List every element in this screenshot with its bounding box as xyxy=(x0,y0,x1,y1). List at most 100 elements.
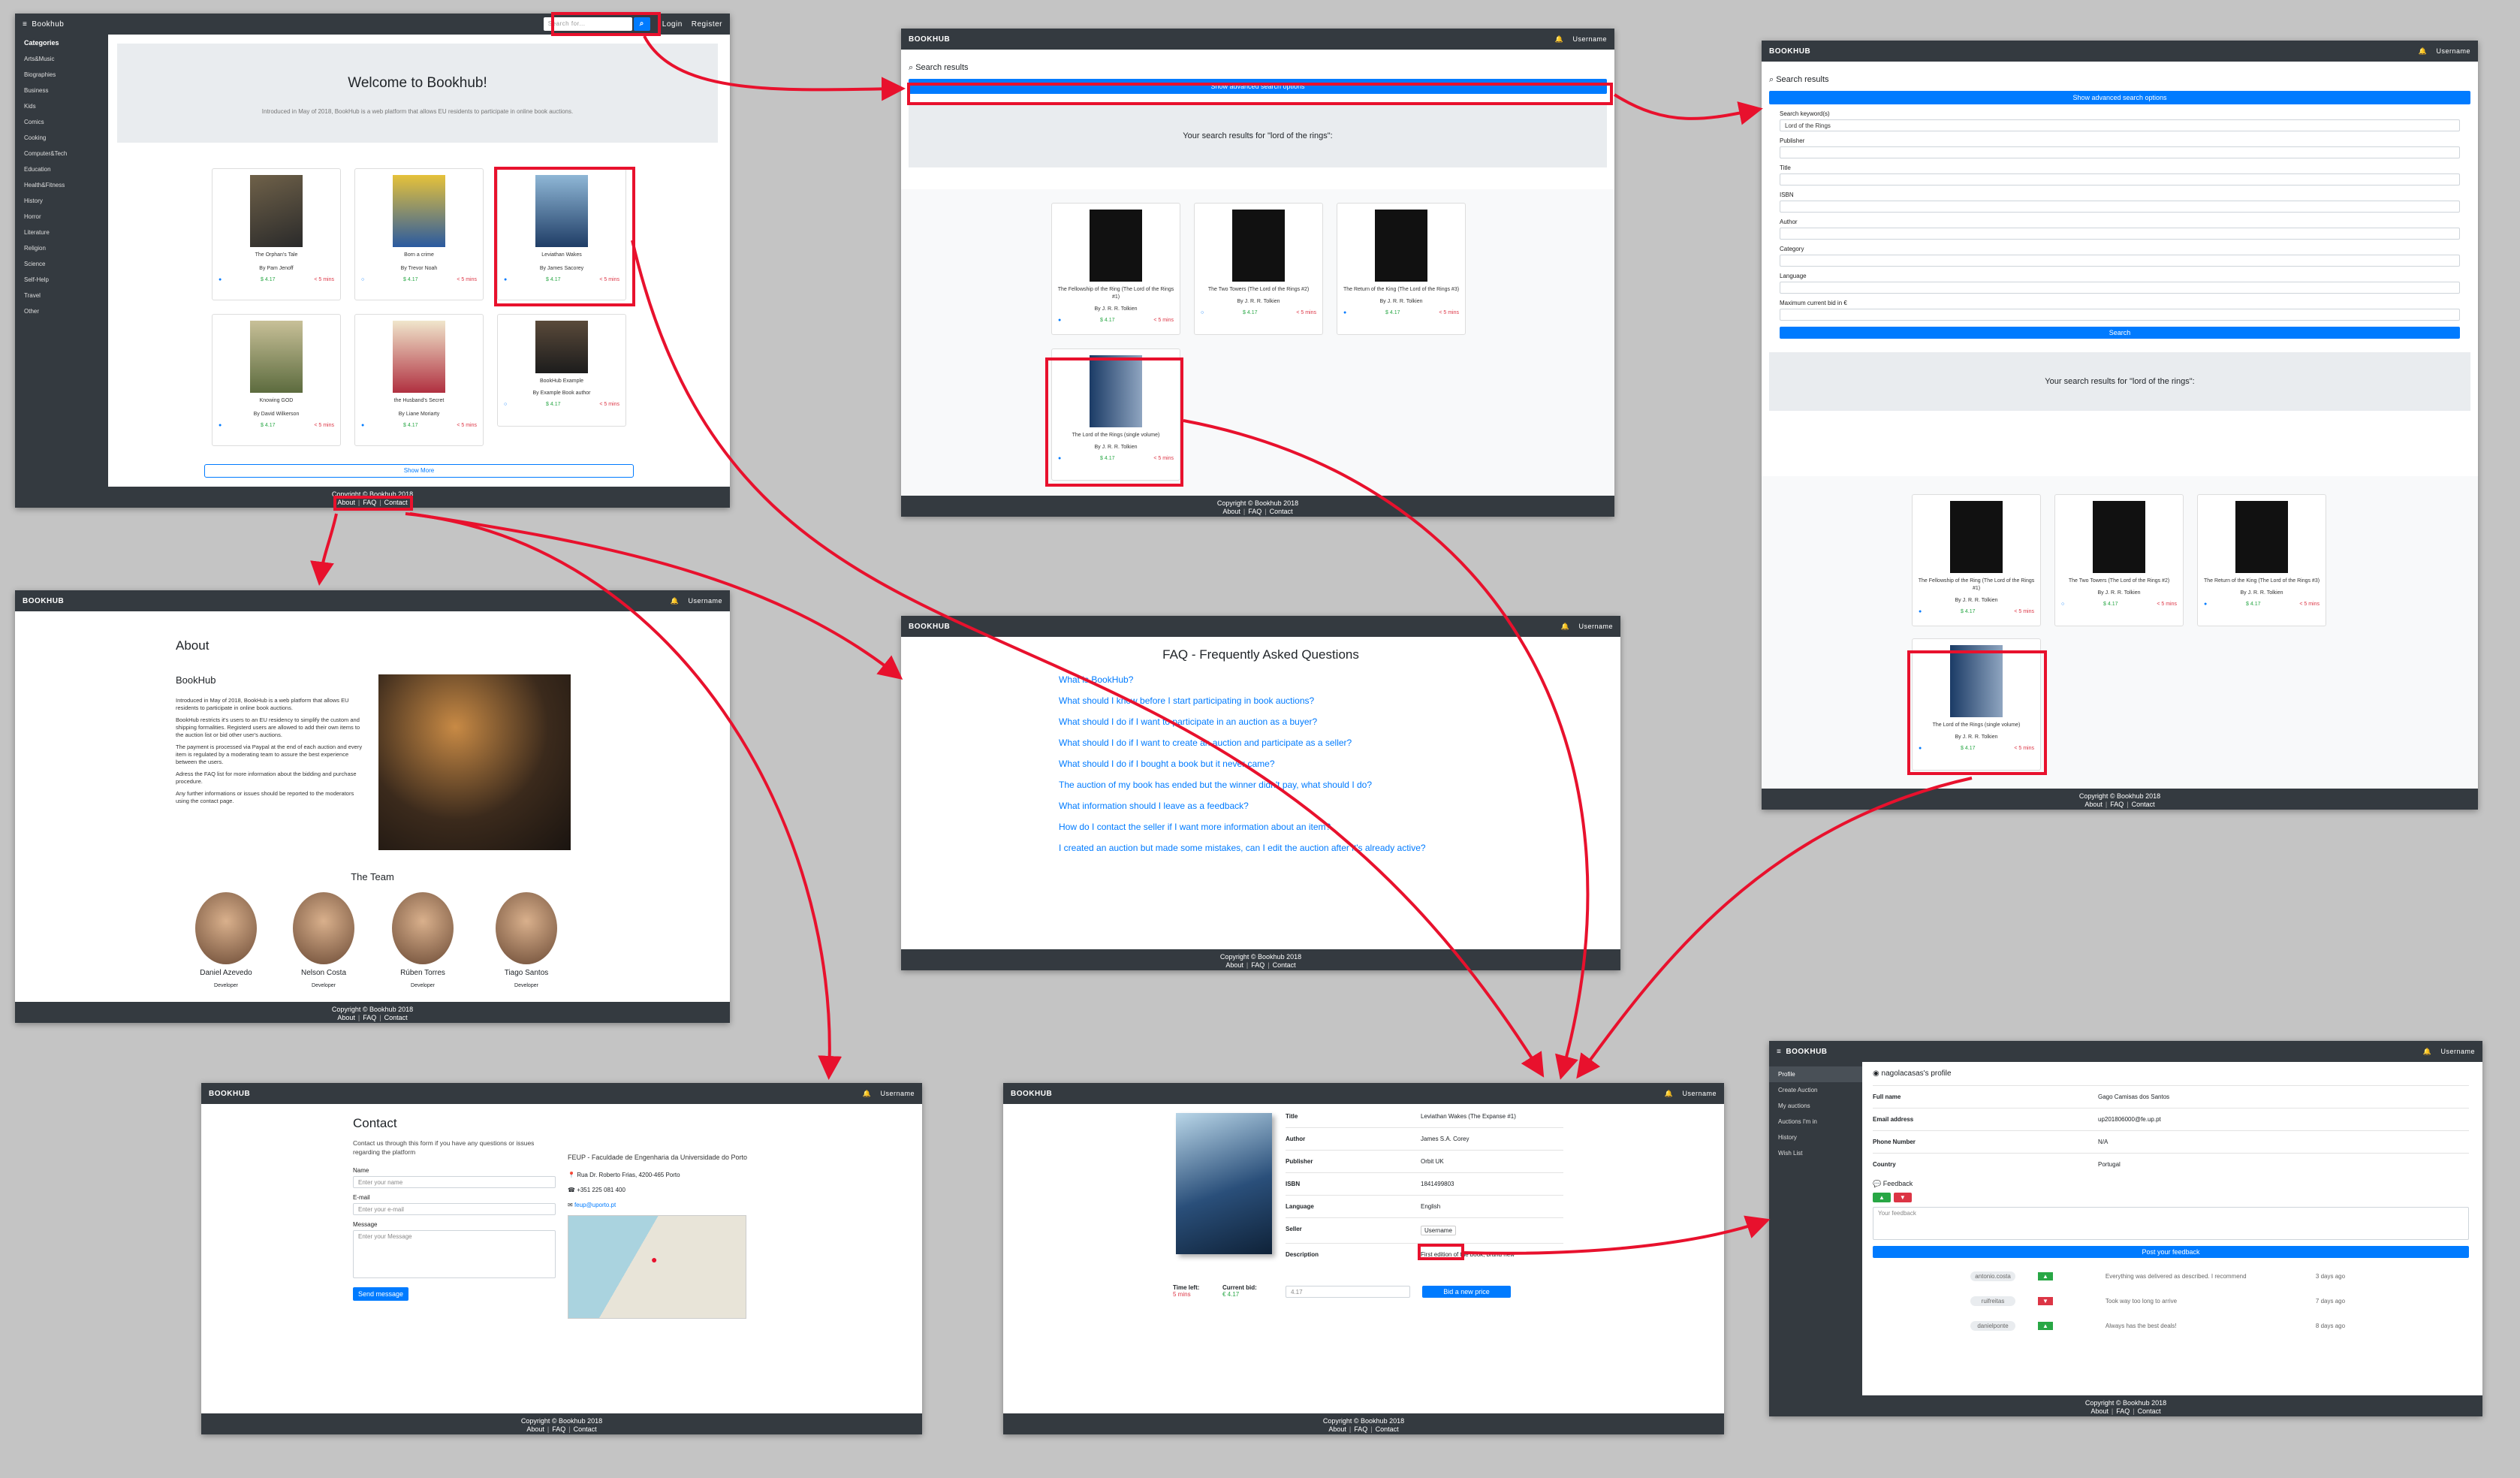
footer-contact-link[interactable]: Contact xyxy=(384,499,408,506)
faq-question[interactable]: What is BookHub? xyxy=(1059,674,1620,685)
watch-icon[interactable]: ○ xyxy=(361,277,364,282)
author-input[interactable] xyxy=(1780,228,2460,240)
search-submit-button[interactable]: Search xyxy=(1780,327,2460,339)
title-input[interactable] xyxy=(1780,173,2460,186)
footer-about-link[interactable]: About xyxy=(1222,508,1240,515)
user-menu[interactable]: Username xyxy=(880,1090,915,1097)
category-select[interactable] xyxy=(1780,255,2460,267)
category-item[interactable]: Business xyxy=(15,83,108,98)
faq-question[interactable]: What should I do if I want to participat… xyxy=(1059,716,1620,727)
footer-faq-link[interactable]: FAQ xyxy=(1354,1425,1367,1433)
watch-icon[interactable]: ● xyxy=(361,423,364,428)
category-item[interactable]: Cooking xyxy=(15,130,108,146)
footer-faq-link[interactable]: FAQ xyxy=(363,499,376,506)
feedback-user-badge[interactable]: danielponte xyxy=(1970,1321,2015,1331)
brand-logo[interactable]: BOOKHUB xyxy=(1769,47,1810,56)
brand-logo[interactable]: BOOKHUB xyxy=(1786,1048,1827,1056)
footer-about-link[interactable]: About xyxy=(2090,1407,2109,1415)
bid-button[interactable]: Bid a new price xyxy=(1422,1286,1511,1298)
message-textarea[interactable]: Enter your Message xyxy=(353,1230,556,1278)
footer-faq-link[interactable]: FAQ xyxy=(1248,508,1262,515)
category-item[interactable]: Comics xyxy=(15,114,108,130)
faq-question[interactable]: What should I do if I want to create an … xyxy=(1059,737,1620,748)
book-card[interactable]: Born a crime By Trevor Noah ○ $ 4.17 < 5 min… xyxy=(354,168,484,300)
login-link[interactable]: Login xyxy=(662,20,683,29)
thumbs-down-button[interactable]: ▼ xyxy=(1893,1193,1912,1202)
faq-question[interactable]: How do I contact the seller if I want mo… xyxy=(1059,822,1620,832)
book-card[interactable]: The Two Towers (The Lord of the Rings #2… xyxy=(2054,494,2184,626)
post-feedback-button[interactable]: Post your feedback xyxy=(1873,1246,2469,1258)
footer-contact-link[interactable]: Contact xyxy=(1376,1425,1399,1433)
book-card[interactable]: The Return of the King (The Lord of the … xyxy=(1337,203,1466,335)
search-input[interactable]: Search for... xyxy=(543,17,632,31)
contact-email-link[interactable]: feup@uporto.pt xyxy=(574,1202,616,1208)
category-item[interactable]: Literature xyxy=(15,225,108,240)
category-item[interactable]: Education xyxy=(15,161,108,177)
feedback-textarea[interactable]: Your feedback xyxy=(1873,1207,2469,1240)
book-card[interactable]: The Lord of the Rings (single volume) By … xyxy=(1912,638,2041,771)
category-item[interactable]: Kids xyxy=(15,98,108,114)
language-select[interactable] xyxy=(1780,282,2460,294)
category-item[interactable]: Biographies xyxy=(15,67,108,83)
brand-logo[interactable]: BOOKHUB xyxy=(209,1090,250,1098)
book-card[interactable]: Leviathan Wakes By James Sacorey ● $ 4.17 < … xyxy=(497,168,626,300)
category-item[interactable]: Self-Help xyxy=(15,272,108,288)
faq-question[interactable]: What should I know before I start partic… xyxy=(1059,695,1620,706)
category-item[interactable]: Other xyxy=(15,303,108,319)
watch-icon[interactable]: ● xyxy=(219,423,222,428)
footer-about-link[interactable]: About xyxy=(1225,961,1243,969)
book-card[interactable]: The Two Towers (The Lord of the Rings #2… xyxy=(1194,203,1323,335)
book-card[interactable]: the Husband's Secret By Liane Moriarty ● $ … xyxy=(354,314,484,446)
menu-item-auctions-im-in[interactable]: Auctions I'm in xyxy=(1769,1114,1862,1130)
bell-icon[interactable]: 🔔 xyxy=(1555,35,1564,44)
bid-input[interactable]: 4.17 xyxy=(1286,1286,1410,1298)
footer-contact-link[interactable]: Contact xyxy=(2132,801,2155,808)
user-menu[interactable]: Username xyxy=(1572,35,1607,43)
footer-contact-link[interactable]: Contact xyxy=(384,1014,408,1021)
search-button[interactable]: ⌕ xyxy=(633,17,650,31)
bell-icon[interactable]: 🔔 xyxy=(863,1090,872,1098)
advanced-search-button[interactable]: Show advanced search options xyxy=(1769,91,2470,104)
thumbs-up-button[interactable]: ▲ xyxy=(1873,1193,1891,1202)
publisher-input[interactable] xyxy=(1780,146,2460,158)
menu-icon[interactable]: ≡ xyxy=(1777,1048,1781,1056)
watch-icon[interactable]: ● xyxy=(504,277,507,282)
category-item[interactable]: Computer&Tech xyxy=(15,146,108,161)
feedback-user-badge[interactable]: ruifreitas xyxy=(1970,1296,2015,1306)
category-item[interactable]: Health&Fitness xyxy=(15,177,108,193)
footer-faq-link[interactable]: FAQ xyxy=(1251,961,1265,969)
watch-icon[interactable]: ● xyxy=(1058,456,1061,461)
menu-item-create-auction[interactable]: Create Auction xyxy=(1769,1082,1862,1098)
footer-faq-link[interactable]: FAQ xyxy=(363,1014,376,1021)
email-input[interactable]: Enter your e-mail xyxy=(353,1203,556,1215)
name-input[interactable]: Enter your name xyxy=(353,1176,556,1188)
category-item[interactable]: Horror xyxy=(15,209,108,225)
watch-icon[interactable]: ● xyxy=(1919,609,1922,614)
category-item[interactable]: Arts&Music xyxy=(15,51,108,67)
category-item[interactable]: Religion xyxy=(15,240,108,256)
watch-icon[interactable]: ● xyxy=(1058,318,1061,323)
menu-icon[interactable]: ≡ xyxy=(23,20,27,29)
isbn-input[interactable] xyxy=(1780,201,2460,213)
faq-question[interactable]: I created an auction but made some mista… xyxy=(1059,843,1620,853)
watch-icon[interactable]: ● xyxy=(1343,310,1346,315)
user-menu[interactable]: Username xyxy=(2440,1048,2475,1055)
footer-about-link[interactable]: About xyxy=(526,1425,544,1433)
bell-icon[interactable]: 🔔 xyxy=(1665,1090,1674,1098)
map-embed[interactable]: ● xyxy=(568,1215,746,1319)
category-item[interactable]: Travel xyxy=(15,288,108,303)
category-item[interactable]: History xyxy=(15,193,108,209)
book-card[interactable]: Knowing GOD By David Wilkerson ● $ 4.17 < 5 … xyxy=(212,314,341,446)
watch-icon[interactable]: ● xyxy=(2204,602,2207,607)
watch-icon[interactable]: ● xyxy=(1919,746,1922,751)
book-card[interactable]: BookHub Example By Example Book author ○ $ … xyxy=(497,314,626,427)
brand-logo[interactable]: Bookhub xyxy=(32,20,64,29)
footer-faq-link[interactable]: FAQ xyxy=(2116,1407,2130,1415)
brand-logo[interactable]: BOOKHUB xyxy=(909,623,950,631)
brand-logo[interactable]: BOOKHUB xyxy=(23,597,64,605)
feedback-user-badge[interactable]: antonio.costa xyxy=(1970,1271,2015,1281)
book-card[interactable]: The Fellowship of the Ring (The Lord of … xyxy=(1051,203,1180,335)
keyword-input[interactable]: Lord of the Rings xyxy=(1780,119,2460,131)
user-menu[interactable]: Username xyxy=(2436,47,2470,55)
bell-icon[interactable]: 🔔 xyxy=(2423,1048,2432,1056)
